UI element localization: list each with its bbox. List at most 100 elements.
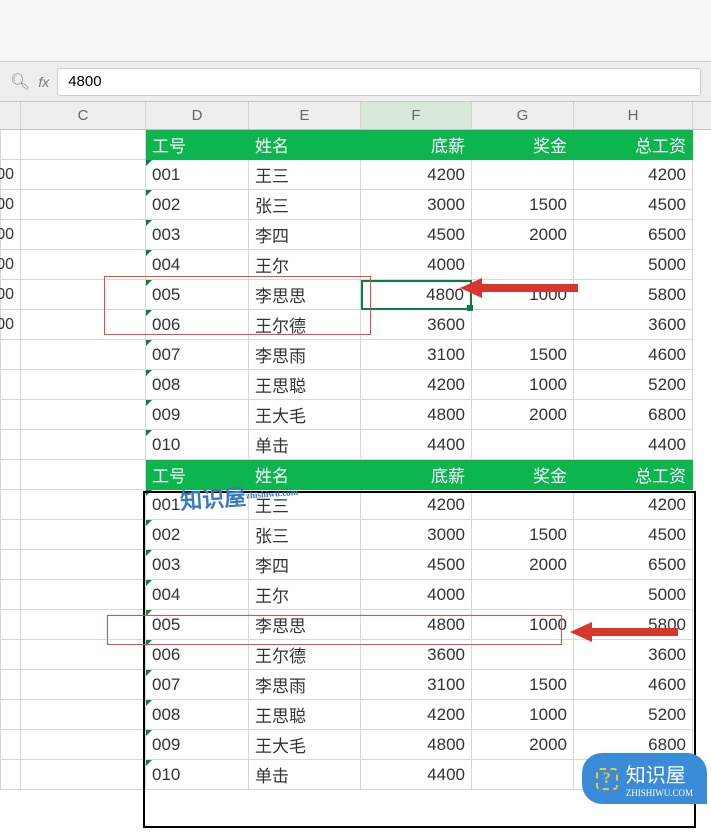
col-header-F[interactable]: F	[361, 102, 472, 129]
partial-cell[interactable]: 000	[0, 280, 21, 310]
header-cell[interactable]: 底薪	[361, 460, 472, 490]
cell[interactable]: 008	[146, 370, 249, 400]
cell[interactable]: 002	[146, 520, 249, 550]
cell[interactable]: 5000	[574, 580, 693, 610]
cell[interactable]: 王尔	[249, 250, 361, 280]
cell[interactable]: 003	[146, 220, 249, 250]
cell[interactable]: 4500	[361, 550, 472, 580]
header-cell[interactable]: 奖金	[472, 130, 574, 160]
cell[interactable]: 4400	[574, 430, 693, 460]
partial-cell[interactable]	[0, 760, 21, 790]
col-header-C[interactable]: C	[21, 102, 146, 129]
cell[interactable]: 4000	[361, 250, 472, 280]
cell[interactable]	[21, 520, 146, 550]
cell[interactable]: 001	[146, 160, 249, 190]
cell[interactable]: 1500	[472, 520, 574, 550]
cell[interactable]	[21, 580, 146, 610]
cell[interactable]: 4500	[361, 220, 472, 250]
cell[interactable]	[21, 700, 146, 730]
cell[interactable]: 6500	[574, 220, 693, 250]
cell[interactable]: 1500	[472, 670, 574, 700]
header-cell[interactable]: 工号	[146, 130, 249, 160]
partial-cell[interactable]	[0, 580, 21, 610]
cell[interactable]: 4800	[361, 610, 472, 640]
cell[interactable]	[21, 250, 146, 280]
cell[interactable]: 王三	[249, 160, 361, 190]
cell[interactable]: 5800	[574, 280, 693, 310]
col-header-G[interactable]: G	[472, 102, 574, 129]
cell[interactable]: 6800	[574, 400, 693, 430]
partial-cell[interactable]: 000	[0, 310, 21, 340]
cell[interactable]	[21, 610, 146, 640]
cell[interactable]: 3000	[361, 520, 472, 550]
cell[interactable]	[472, 310, 574, 340]
cell[interactable]	[21, 280, 146, 310]
header-cell[interactable]: 奖金	[472, 460, 574, 490]
cell[interactable]: 4000	[361, 580, 472, 610]
cell[interactable]: 王大毛	[249, 400, 361, 430]
cell[interactable]	[21, 220, 146, 250]
cell[interactable]	[21, 130, 146, 160]
cell[interactable]: 3600	[574, 310, 693, 340]
cell[interactable]: 004	[146, 250, 249, 280]
cell[interactable]: 李思雨	[249, 340, 361, 370]
cell[interactable]: 2000	[472, 730, 574, 760]
cell[interactable]	[21, 670, 146, 700]
cell[interactable]: 004	[146, 580, 249, 610]
cell[interactable]: 王尔德	[249, 310, 361, 340]
cell[interactable]: 006	[146, 310, 249, 340]
cell[interactable]: 单击	[249, 760, 361, 790]
cell[interactable]: 4400	[361, 760, 472, 790]
partial-cell[interactable]: 000	[0, 220, 21, 250]
cell[interactable]: 4600	[574, 340, 693, 370]
cell[interactable]: 2000	[472, 400, 574, 430]
cell[interactable]: 王尔	[249, 580, 361, 610]
partial-cell[interactable]	[0, 460, 21, 490]
cell[interactable]: 4400	[361, 430, 472, 460]
col-header-H[interactable]: H	[574, 102, 693, 129]
cell[interactable]	[472, 580, 574, 610]
header-cell[interactable]: 底薪	[361, 130, 472, 160]
cell[interactable]: 4800	[361, 400, 472, 430]
header-cell[interactable]: 总工资	[574, 130, 693, 160]
cell[interactable]	[21, 190, 146, 220]
cell[interactable]	[21, 550, 146, 580]
cell[interactable]	[21, 760, 146, 790]
cell[interactable]: 009	[146, 400, 249, 430]
cell[interactable]: 单击	[249, 430, 361, 460]
partial-cell[interactable]	[0, 340, 21, 370]
cell[interactable]: 4800	[361, 730, 472, 760]
cell[interactable]: 4500	[574, 190, 693, 220]
partial-cell[interactable]	[0, 730, 21, 760]
cell[interactable]: 王思聪	[249, 370, 361, 400]
cell[interactable]: 张三	[249, 520, 361, 550]
cell[interactable]: 1000	[472, 370, 574, 400]
cell[interactable]: 008	[146, 700, 249, 730]
cell[interactable]: 李思思	[249, 280, 361, 310]
cell[interactable]	[472, 640, 574, 670]
cell[interactable]: 3100	[361, 340, 472, 370]
cell[interactable]: 6500	[574, 550, 693, 580]
cell[interactable]: 李思思	[249, 610, 361, 640]
cell[interactable]: 4200	[361, 700, 472, 730]
cell[interactable]: 4800	[361, 280, 472, 310]
cell[interactable]: 4600	[574, 670, 693, 700]
cell[interactable]: 李四	[249, 220, 361, 250]
cell[interactable]: 010	[146, 430, 249, 460]
cell[interactable]: 王大毛	[249, 730, 361, 760]
cell[interactable]: 002	[146, 190, 249, 220]
cell[interactable]: 张三	[249, 190, 361, 220]
cell[interactable]: 1000	[472, 610, 574, 640]
cell[interactable]: 007	[146, 670, 249, 700]
cell[interactable]: 1000	[472, 700, 574, 730]
spreadsheet-grid[interactable]: 工号姓名底薪奖金总工资500001王三42004200000002张三30001…	[0, 130, 711, 790]
partial-cell[interactable]	[0, 550, 21, 580]
cell[interactable]: 010	[146, 760, 249, 790]
search-icon[interactable]: 🔍︎	[10, 72, 30, 92]
cell[interactable]: 4200	[361, 160, 472, 190]
cell[interactable]	[21, 430, 146, 460]
cell[interactable]	[472, 160, 574, 190]
cell[interactable]	[21, 460, 146, 490]
cell[interactable]: 3100	[361, 670, 472, 700]
cell[interactable]	[472, 430, 574, 460]
